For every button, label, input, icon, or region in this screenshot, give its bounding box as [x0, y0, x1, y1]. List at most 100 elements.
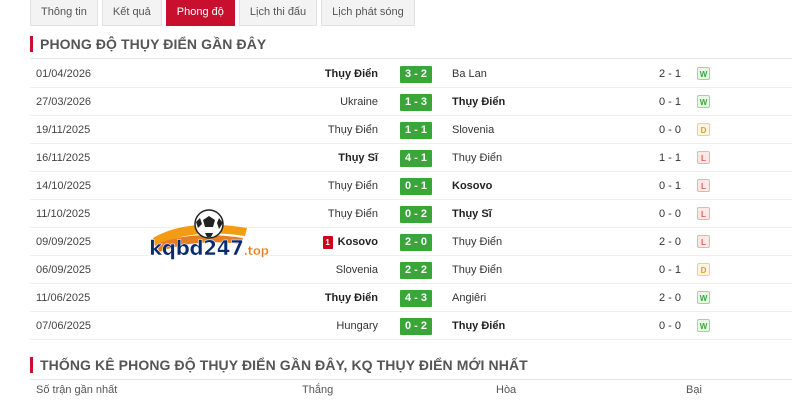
home-team[interactable]: Thụy Điển	[328, 200, 378, 228]
tab-broadcast[interactable]: Lịch phát sóng	[321, 0, 415, 26]
match-date: 07/06/2025	[36, 320, 92, 332]
match-row[interactable]: 09/09/2025 1 Kosovo 2 - 0 Thụy Điển 2 - 0…	[30, 228, 792, 256]
match-row[interactable]: 19/11/2025 Thụy Điển 1 - 1 Slovenia 0 - …	[30, 116, 792, 144]
away-team[interactable]: Thụy Điển	[452, 88, 505, 116]
result-badge: L	[697, 235, 710, 248]
away-team[interactable]: Thụy Điển	[452, 228, 502, 256]
result-badge: W	[697, 67, 710, 80]
home-team[interactable]: Thụy Điển	[325, 60, 378, 88]
away-team[interactable]: Slovenia	[452, 116, 494, 144]
match-row[interactable]: 01/04/2026 Thụy Điển 3 - 2 Ba Lan 2 - 1 …	[30, 60, 792, 88]
halftime-score: 0 - 1	[658, 96, 681, 108]
match-row[interactable]: 11/10/2025 Thụy Điển 0 - 2 Thụy Sĩ 0 - 0…	[30, 200, 792, 228]
match-row[interactable]: 11/06/2025 Thụy Điển 4 - 3 Angiêri 2 - 0…	[30, 284, 792, 312]
match-score[interactable]: 1 - 3	[400, 94, 432, 111]
match-row[interactable]: 14/10/2025 Thụy Điển 0 - 1 Kosovo 0 - 1 …	[30, 172, 792, 200]
home-team[interactable]: 1 Kosovo	[322, 228, 378, 256]
halftime-score: 0 - 1	[658, 180, 681, 192]
home-team[interactable]: Thụy Điển	[328, 116, 378, 144]
result-badge: W	[697, 319, 710, 332]
away-team[interactable]: Thụy Sĩ	[452, 200, 492, 228]
match-date: 11/10/2025	[36, 208, 91, 220]
stats-col-wins: Thắng	[302, 384, 334, 396]
match-score[interactable]: 0 - 2	[400, 318, 432, 335]
match-row[interactable]: 27/03/2026 Ukraine 1 - 3 Thụy Điển 0 - 1…	[30, 88, 792, 116]
match-date: 06/09/2025	[36, 264, 92, 276]
away-team[interactable]: Ba Lan	[452, 60, 487, 88]
match-date: 14/10/2025	[36, 180, 92, 192]
away-team[interactable]: Thụy Điển	[452, 256, 502, 284]
halftime-score: 2 - 0	[658, 292, 681, 304]
tab-form[interactable]: Phong độ	[165, 0, 235, 26]
match-score[interactable]: 0 - 2	[400, 206, 432, 223]
match-date: 11/06/2025	[36, 292, 91, 304]
result-badge: L	[697, 207, 710, 220]
halftime-score: 1 - 1	[658, 152, 681, 164]
match-row[interactable]: 07/06/2025 Hungary 0 - 2 Thụy Điển 0 - 0…	[30, 312, 792, 340]
match-score[interactable]: 2 - 0	[400, 234, 432, 251]
home-team[interactable]: Thụy Điển	[328, 172, 378, 200]
result-badge: L	[697, 179, 710, 192]
halftime-score: 0 - 0	[658, 124, 681, 136]
stats-col-recent: Số trận gần nhất	[36, 384, 118, 396]
match-date: 16/11/2025	[36, 152, 91, 164]
home-team-name: Slovenia	[335, 264, 378, 276]
away-team[interactable]: Angiêri	[452, 284, 486, 312]
match-date: 01/04/2026	[36, 68, 92, 80]
away-team[interactable]: Thụy Điển	[452, 144, 502, 172]
home-team-name: Kosovo	[337, 236, 378, 248]
logo-suffix: .top	[243, 244, 269, 259]
match-row[interactable]: 16/11/2025 Thụy Sĩ 4 - 1 Thụy Điển 1 - 1…	[30, 144, 792, 172]
away-team[interactable]: Kosovo	[452, 172, 492, 200]
result-badge: D	[697, 123, 710, 136]
section-accent-bar	[30, 356, 33, 373]
red-card-icon: 1	[322, 235, 333, 249]
result-badge: W	[697, 95, 710, 108]
result-badge: W	[697, 291, 710, 304]
logo-text: kqbd247	[149, 236, 244, 261]
tab-bar: Thông tin Kết quả Phong độ Lịch thi đấu …	[30, 0, 415, 26]
home-team[interactable]: Thụy Điển	[325, 284, 378, 312]
home-team-name: Thụy Điển	[324, 292, 378, 304]
match-score[interactable]: 2 - 2	[400, 262, 432, 279]
match-date: 19/11/2025	[36, 124, 91, 136]
stats-table-header: Số trận gần nhất Thắng Hòa Bại	[30, 382, 792, 400]
halftime-score: 2 - 0	[658, 236, 681, 248]
site-logo: kqbd247.top	[147, 208, 269, 270]
home-team-name: Ukraine	[340, 96, 378, 108]
match-row[interactable]: 06/09/2025 Slovenia 2 - 2 Thụy Điển 0 - …	[30, 256, 792, 284]
match-date: 09/09/2025	[36, 236, 92, 248]
match-score[interactable]: 3 - 2	[400, 66, 432, 83]
tab-info[interactable]: Thông tin	[30, 0, 98, 26]
tab-schedule[interactable]: Lịch thi đấu	[238, 0, 318, 26]
home-team-name: Thụy Điển	[327, 208, 378, 220]
section-title-form: PHONG ĐỘ THỤY ĐIỂN GẦN ĐÂY	[30, 29, 792, 59]
away-team[interactable]: Thụy Điển	[452, 312, 505, 340]
match-score[interactable]: 4 - 3	[400, 290, 432, 307]
match-list: 01/04/2026 Thụy Điển 3 - 2 Ba Lan 2 - 1 …	[30, 60, 792, 340]
home-team[interactable]: Thụy Sĩ	[338, 144, 378, 172]
section-accent-bar	[30, 35, 33, 52]
home-team-name: Thụy Điển	[327, 180, 378, 192]
stats-col-losses: Bại	[686, 384, 702, 396]
match-score[interactable]: 0 - 1	[400, 178, 432, 195]
section-title-text: PHONG ĐỘ THỤY ĐIỂN GẦN ĐÂY	[40, 35, 267, 52]
result-badge: D	[697, 263, 710, 276]
section-title-text: THỐNG KÊ PHONG ĐỘ THỤY ĐIỂN GẦN ĐÂY, KQ …	[40, 356, 528, 373]
home-team-name: Hungary	[336, 320, 378, 332]
section-title-stats: THỐNG KÊ PHONG ĐỘ THỤY ĐIỂN GẦN ĐÂY, KQ …	[30, 350, 792, 380]
halftime-score: 0 - 0	[658, 320, 681, 332]
stats-col-draws: Hòa	[496, 384, 517, 396]
halftime-score: 0 - 0	[658, 208, 681, 220]
tab-results[interactable]: Kết quả	[101, 0, 162, 26]
halftime-score: 2 - 1	[658, 68, 681, 80]
match-score[interactable]: 4 - 1	[400, 150, 432, 167]
halftime-score: 0 - 1	[658, 264, 681, 276]
result-badge: L	[697, 151, 710, 164]
match-date: 27/03/2026	[36, 96, 92, 108]
home-team-name: Thụy Sĩ	[338, 152, 378, 164]
home-team[interactable]: Hungary	[336, 312, 378, 340]
home-team[interactable]: Ukraine	[340, 88, 378, 116]
home-team[interactable]: Slovenia	[336, 256, 378, 284]
match-score[interactable]: 1 - 1	[400, 122, 432, 139]
